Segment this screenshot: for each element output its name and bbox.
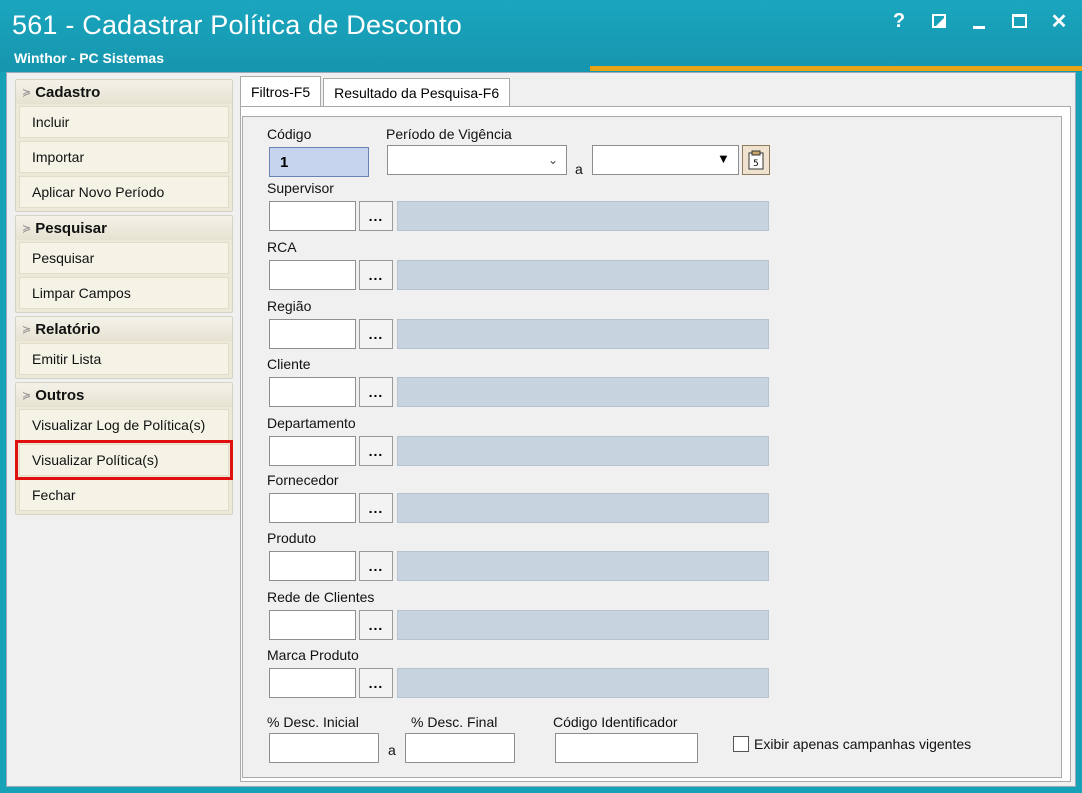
- marca-produto-code-input[interactable]: [269, 668, 356, 698]
- departamento-description-field: [397, 436, 769, 466]
- supervisor-description-field: [397, 201, 769, 231]
- cliente-description-field: [397, 377, 769, 407]
- regiao-description-field: [397, 319, 769, 349]
- visualizar-politicas-button[interactable]: Visualizar Política(s): [15, 440, 233, 480]
- tab-resultado[interactable]: Resultado da Pesquisa-F6: [323, 78, 511, 106]
- client-area: ≽ Cadastro Incluir Importar Aplicar Novo …: [6, 72, 1076, 787]
- periodo-inicio-select[interactable]: ⌄: [387, 145, 567, 175]
- group-title: Cadastro: [35, 83, 101, 101]
- filter-form: Código 1 Período de Vigência ⌄ a ▼ 5 % D…: [242, 116, 1062, 778]
- rede-de-clientes-description-field: [397, 610, 769, 640]
- maximize-icon[interactable]: [1010, 10, 1028, 32]
- rede-de-clientes-label: Rede de Clientes: [267, 589, 375, 605]
- desc-inicial-label: % Desc. Inicial: [267, 714, 359, 730]
- group-cadastro: ≽ Cadastro Incluir Importar Aplicar Novo …: [15, 79, 233, 212]
- supervisor-label: Supervisor: [267, 180, 334, 196]
- chevron-down-icon: ⌄: [547, 153, 558, 167]
- codigo-identificador-label: Código Identificador: [553, 714, 678, 730]
- marca-produto-description-field: [397, 668, 769, 698]
- codigo-input[interactable]: 1: [269, 147, 369, 177]
- group-title: Outros: [35, 386, 85, 404]
- limpar-campos-button[interactable]: Limpar Campos: [19, 277, 229, 309]
- desc-inicial-input[interactable]: [269, 733, 379, 763]
- importar-button[interactable]: Importar: [19, 141, 229, 173]
- regiao-lookup-button[interactable]: ...: [359, 319, 393, 349]
- sidebar: ≽ Cadastro Incluir Importar Aplicar Novo …: [15, 79, 233, 518]
- group-pesquisar: ≽ Pesquisar Pesquisar Limpar Campos: [15, 215, 233, 313]
- group-header-relatorio[interactable]: ≽ Relatório: [16, 317, 232, 341]
- accent-line: [590, 66, 1082, 71]
- departamento-code-input[interactable]: [269, 436, 356, 466]
- supervisor-lookup-button[interactable]: ...: [359, 201, 393, 231]
- emitir-lista-button[interactable]: Emitir Lista: [19, 343, 229, 375]
- tab-filtros[interactable]: Filtros-F5: [240, 76, 322, 106]
- produto-label: Produto: [267, 530, 317, 546]
- rca-label: RCA: [267, 239, 297, 255]
- fornecedor-label: Fornecedor: [267, 472, 339, 488]
- svg-text:5: 5: [753, 159, 759, 169]
- restore-icon[interactable]: [930, 10, 948, 32]
- rede-de-clientes-code-input[interactable]: [269, 610, 356, 640]
- incluir-button[interactable]: Incluir: [19, 106, 229, 138]
- desc-final-input[interactable]: [405, 733, 515, 763]
- produto-lookup-button[interactable]: ...: [359, 551, 393, 581]
- exibir-vigentes-checkbox[interactable]: [733, 736, 749, 752]
- fornecedor-lookup-button[interactable]: ...: [359, 493, 393, 523]
- group-header-outros[interactable]: ≽ Outros: [16, 383, 232, 407]
- close-icon[interactable]: ✕: [1050, 10, 1068, 33]
- departamento-label: Departamento: [267, 415, 356, 431]
- rca-description-field: [397, 260, 769, 290]
- pesquisar-button[interactable]: Pesquisar: [19, 242, 229, 274]
- window-controls: ? ✕: [890, 10, 1068, 33]
- regiao-label: Região: [267, 298, 312, 314]
- chevron-collapse-icon: ≽: [22, 222, 32, 235]
- codigo-label: Código: [267, 126, 312, 142]
- marca-produto-lookup-button[interactable]: ...: [359, 668, 393, 698]
- calendar-icon[interactable]: 5: [742, 145, 770, 175]
- supervisor-code-input[interactable]: [269, 201, 356, 231]
- group-header-pesquisar[interactable]: ≽ Pesquisar: [16, 216, 232, 240]
- minimize-icon[interactable]: [970, 10, 988, 32]
- chevron-collapse-icon: ≽: [22, 323, 32, 336]
- group-header-cadastro[interactable]: ≽ Cadastro: [16, 80, 232, 104]
- aplicar-novo-periodo-button[interactable]: Aplicar Novo Período: [19, 176, 229, 208]
- app-window: 561 - Cadastrar Política de Desconto Win…: [0, 0, 1082, 793]
- group-title: Pesquisar: [35, 219, 107, 237]
- periodo-label: Período de Vigência: [386, 126, 512, 142]
- codigo-identificador-input[interactable]: [555, 733, 698, 763]
- regiao-code-input[interactable]: [269, 319, 356, 349]
- desc-final-label: % Desc. Final: [411, 714, 498, 730]
- produto-code-input[interactable]: [269, 551, 356, 581]
- fornecedor-description-field: [397, 493, 769, 523]
- cliente-lookup-button[interactable]: ...: [359, 377, 393, 407]
- desc-separator: a: [388, 742, 396, 758]
- group-outros: ≽ Outros Visualizar Log de Política(s) Vi…: [15, 382, 233, 515]
- exibir-vigentes-label: Exibir apenas campanhas vigentes: [754, 736, 972, 752]
- title-bar: 561 - Cadastrar Política de Desconto Win…: [0, 0, 1082, 72]
- group-relatorio: ≽ Relatório Emitir Lista: [15, 316, 233, 379]
- rca-lookup-button[interactable]: ...: [359, 260, 393, 290]
- marca-produto-label: Marca Produto: [267, 647, 359, 663]
- departamento-lookup-button[interactable]: ...: [359, 436, 393, 466]
- periodo-separator: a: [575, 161, 583, 177]
- window-title: 561 - Cadastrar Política de Desconto: [12, 10, 462, 40]
- cliente-label: Cliente: [267, 356, 311, 372]
- tab-strip: Filtros-F5 Resultado da Pesquisa-F6: [240, 76, 512, 106]
- group-title: Relatório: [35, 320, 101, 338]
- chevron-collapse-icon: ≽: [22, 389, 32, 402]
- fechar-button[interactable]: Fechar: [19, 479, 229, 511]
- visualizar-log-button[interactable]: Visualizar Log de Política(s): [19, 409, 229, 441]
- cliente-code-input[interactable]: [269, 377, 356, 407]
- dropdown-arrow-icon[interactable]: ▼: [717, 151, 730, 166]
- window-subtitle: Winthor - PC Sistemas: [14, 50, 165, 66]
- produto-description-field: [397, 551, 769, 581]
- chevron-collapse-icon: ≽: [22, 86, 32, 99]
- fornecedor-code-input[interactable]: [269, 493, 356, 523]
- rca-code-input[interactable]: [269, 260, 356, 290]
- rede-de-clientes-lookup-button[interactable]: ...: [359, 610, 393, 640]
- help-button[interactable]: ?: [890, 10, 908, 32]
